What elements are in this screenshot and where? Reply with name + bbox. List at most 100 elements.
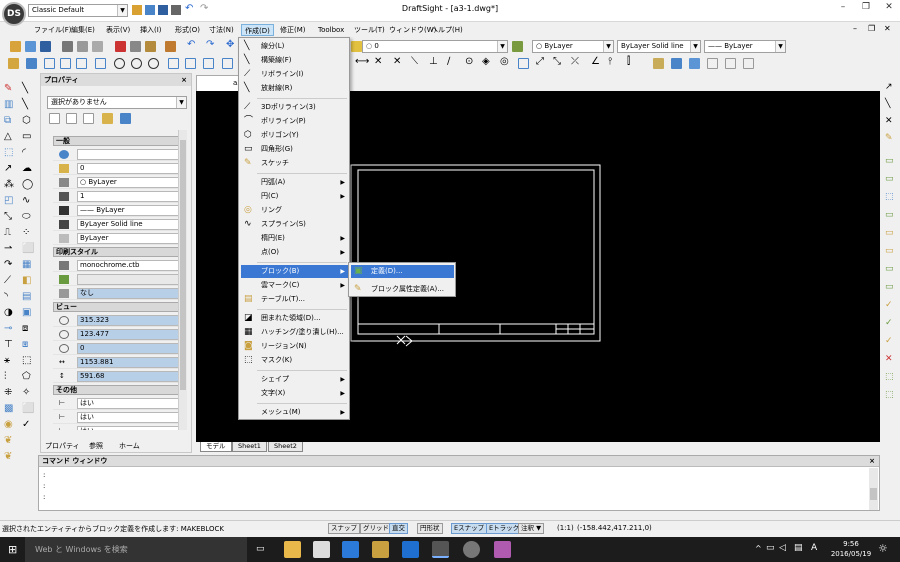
doc-restore-button[interactable]: ❐ [868,24,875,33]
rectangle-tool-icon[interactable]: ▭ [22,131,31,142]
open-icon[interactable] [25,41,36,52]
menu-boundary[interactable]: ◪ 囲まれた領域(D)... [241,312,348,325]
prop-linecolor-value[interactable]: ○ ByLayer▼ [77,177,179,188]
selection-select[interactable]: 選択がありません ▼ [47,96,187,109]
extend-line-icon[interactable]: ⟷ [355,56,369,67]
block-icon[interactable] [707,58,718,69]
menu-arc[interactable]: 円弧(A) ▶ [241,176,348,189]
snap-from-icon[interactable]: ⫯ [608,56,612,67]
menu-modify[interactable]: 修正(M) [277,24,309,36]
store-icon[interactable] [313,541,330,558]
move-icon[interactable]: ↗ [4,163,12,174]
properties-scrollbar[interactable] [178,130,187,430]
pan-icon[interactable]: ✥ [226,39,234,50]
menu-ring[interactable]: ◎ リング [241,204,348,217]
new-file-icon[interactable] [132,5,142,15]
notification-icon[interactable]: ▤ [794,543,803,553]
menu-ray[interactable]: ╲ 放射線(R) [241,82,348,95]
polar-toggle[interactable]: 円形状 [417,523,443,534]
triangle-snap-icon[interactable] [168,58,179,69]
doc-close-button[interactable]: ✕ [884,24,891,33]
linetype-select[interactable]: ByLayer Solid line ▼ [617,40,701,53]
construction-line-tool-icon[interactable]: ╲ [22,99,28,110]
prop-height-value[interactable]: 591.68 [77,371,179,382]
ellipse-tool-icon[interactable]: ⬭ [22,211,31,222]
layer-icon[interactable] [653,58,664,69]
menu-construction-line[interactable]: ╲ 構築線(F) [241,54,348,67]
dim-reassoc-icon[interactable]: ⬚ [885,372,894,382]
menu-block[interactable]: ブロック(B) ▶ [241,265,348,278]
plot-icon[interactable] [743,58,754,69]
prop-linescale-value[interactable]: 1 [77,191,179,202]
dim-ordinate-icon[interactable]: ▭ [885,264,894,274]
ortho-toggle[interactable]: 直交 [389,523,408,534]
menu-rectangle[interactable]: ▭ 四角形(G) [241,143,348,156]
menu-table[interactable]: ▤ テーブル(T)... [241,293,348,306]
prop-linetype-value[interactable]: ByLayer Solid line▼ [77,219,179,230]
workspace-select[interactable]: Classic Default ▼ [28,4,128,17]
lengthen-icon[interactable]: ⚹ [4,355,10,366]
text-tool-icon[interactable]: ▣ [22,307,31,318]
dim-center-icon[interactable]: ▭ [885,246,894,256]
offset-icon[interactable]: △ [4,131,12,142]
prop-width-value[interactable]: 1153.881 [77,357,179,368]
frame-tool-icon[interactable]: ⬜ [22,403,34,414]
minimize-button[interactable]: – [835,2,851,12]
insertion-icon[interactable] [518,58,529,69]
section-print-style[interactable]: 印刷スタイル▲ [53,247,179,257]
menu-sketch[interactable]: ✎ スケッチ [241,157,348,170]
command-close-button[interactable]: × [869,456,875,467]
tab-reference[interactable]: 参照 [89,441,103,451]
prop-transparency-value[interactable]: ByLayer [77,233,179,244]
undo-icon[interactable]: ↶ [185,3,193,14]
prop-ucs-icon-origin-value[interactable]: はい▼ [77,412,179,423]
menu-3d-polyline[interactable]: ⟋ 3Dポリライン(3) [241,101,348,114]
dim-edit-icon[interactable]: ▭ [885,282,894,292]
tangent-snap-icon[interactable] [222,58,233,69]
star-tool-icon[interactable]: ✧ [22,387,30,398]
window-snap-icon[interactable] [95,58,106,69]
mirror-icon[interactable]: ⧉ [4,115,11,126]
dim-continue-icon[interactable]: ▭ [885,174,894,184]
section-other[interactable]: その他▲ [53,385,179,395]
extend-icon[interactable]: ⇀ [4,243,12,254]
app-logo[interactable]: DS [2,2,26,26]
make-block-tool-icon[interactable]: ⬚ [22,355,31,366]
angle-snap-icon[interactable] [203,58,214,69]
properties-settings-icon[interactable] [102,113,113,124]
intersection-icon[interactable]: ✕ [374,56,382,67]
table-tool-icon[interactable]: ▤ [22,291,31,302]
menu-circle[interactable]: 円(C) ▶ [241,190,348,203]
polygon-tool-icon[interactable]: ⬡ [22,115,31,126]
action-center-icon[interactable]: ☼ [878,542,888,555]
section-view[interactable]: ビュー▲ [53,302,179,312]
match-properties-icon[interactable] [165,41,176,52]
dim-baseline-icon[interactable]: ▭ [885,156,894,166]
menu-polyline[interactable]: ⌒ ポリライン(P) [241,115,348,128]
circle-snap-icon[interactable] [148,58,159,69]
pin-icon[interactable]: ❦ [4,435,12,446]
prop-ucs-icon-on-value[interactable]: はい▼ [77,398,179,409]
menu-create[interactable]: 作成(D) [241,24,274,36]
array-icon[interactable]: ▩ [4,403,13,414]
print-preview-icon[interactable] [77,41,88,52]
menu-toolbox[interactable]: Toolbox [315,24,347,36]
dim-oblique-icon[interactable]: ✓ [885,336,893,346]
layer-manager-icon[interactable] [512,41,523,52]
tangent-icon[interactable]: ◎ [500,56,509,67]
prop-layer-value[interactable]: 0▼ [77,163,179,174]
dim-tolerance-icon[interactable]: ▭ [885,228,894,238]
menu-format[interactable]: 形式(O) [172,24,203,36]
quadrant-icon[interactable]: ◈ [482,56,490,67]
properties-icon[interactable]: ⫿ [627,56,630,67]
dim-override-icon[interactable]: ✓ [885,318,893,328]
snap-settings-icon[interactable] [8,58,19,69]
edit-block-icon[interactable]: ◉ [4,419,13,430]
menu-insert[interactable]: 挿入(I) [137,24,165,36]
menu-view[interactable]: 表示(V) [103,24,133,36]
dim-linear-icon[interactable]: ↗ [885,82,893,92]
redo-icon[interactable]: ↷ [206,39,214,50]
color-select[interactable]: ○ ByLayer ▼ [532,40,614,53]
menu-mask[interactable]: ⬚ マスク(K) [241,354,348,367]
chamfer-icon[interactable]: ⟋ [4,275,11,286]
